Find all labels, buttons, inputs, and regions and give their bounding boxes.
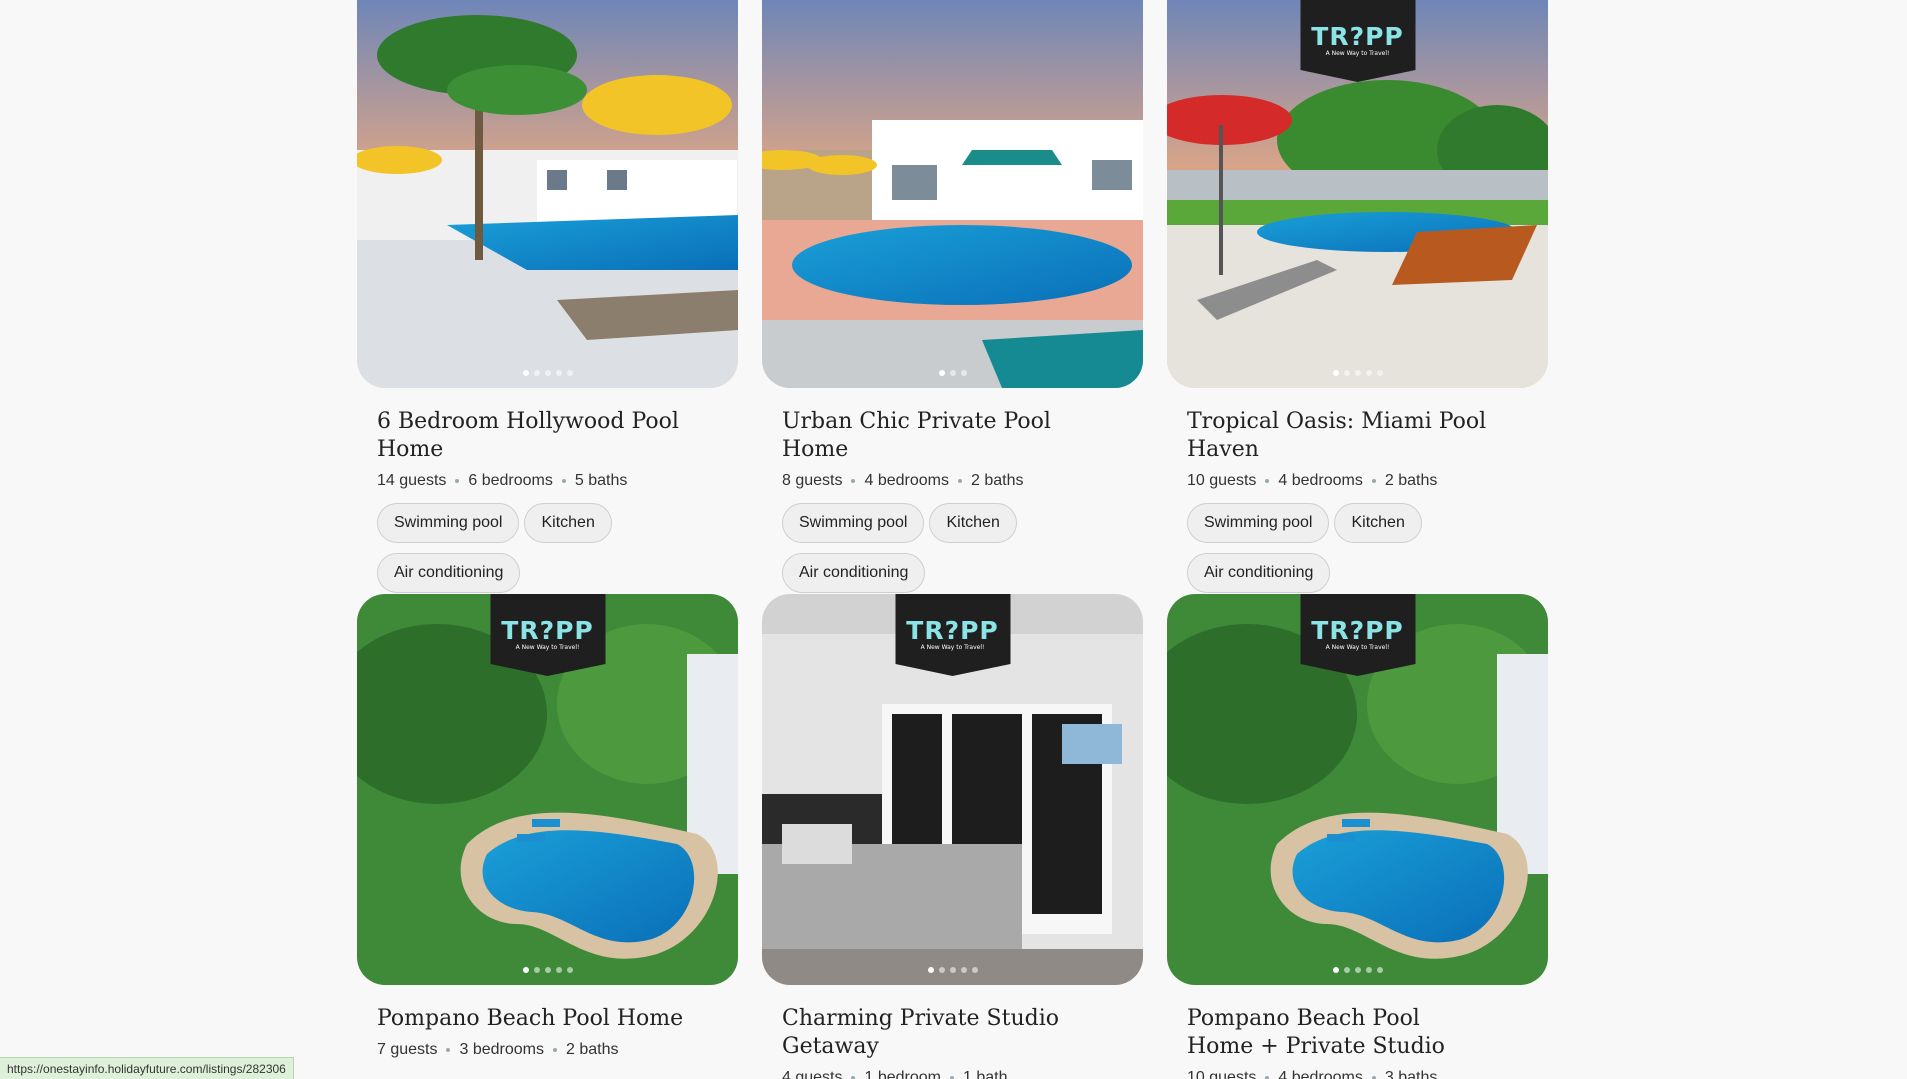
listing-photo[interactable]: TR?PP A New Way to Travel! bbox=[1167, 594, 1548, 985]
brand-badge: TR?PP A New Way to Travel! bbox=[895, 594, 1010, 676]
carousel-dots[interactable] bbox=[927, 967, 978, 973]
amenity-chip: Kitchen bbox=[524, 503, 612, 543]
baths-count: 2 baths bbox=[970, 472, 1024, 489]
carousel-dots[interactable] bbox=[1332, 370, 1383, 376]
guests-count: 14 guests bbox=[377, 472, 447, 489]
bedrooms-count: 6 bedrooms bbox=[468, 472, 553, 489]
listing-card[interactable]: 6 Bedroom Hollywood Pool Home 14 guests … bbox=[357, 0, 738, 594]
listing-title[interactable]: Pompano Beach Pool Home bbox=[377, 1005, 718, 1033]
brand-tagline: A New Way to Travel! bbox=[515, 644, 580, 651]
listing-photo[interactable]: TR?PP A New Way to Travel! bbox=[1167, 0, 1548, 388]
baths-count: 3 baths bbox=[1384, 1069, 1438, 1079]
brand-badge: TR?PP A New Way to Travel! bbox=[1300, 0, 1415, 82]
carousel-dots[interactable] bbox=[938, 370, 967, 376]
bedrooms-count: 4 bedrooms bbox=[1278, 472, 1363, 489]
listing-meta: 7 guests 3 bedrooms 2 baths bbox=[377, 1041, 718, 1059]
bedrooms-count: 4 bedrooms bbox=[1278, 1069, 1363, 1079]
brand-badge: TR?PP A New Way to Travel! bbox=[1300, 594, 1415, 676]
listing-card[interactable]: Urban Chic Private Pool Home 8 guests 4 … bbox=[762, 0, 1143, 594]
guests-count: 4 guests bbox=[782, 1069, 843, 1079]
baths-count: 2 baths bbox=[1384, 472, 1438, 489]
listing-card[interactable]: TR?PP A New Way to Travel! Charming Priv… bbox=[762, 594, 1143, 1079]
bedrooms-count: 3 bedrooms bbox=[459, 1041, 544, 1058]
brand-tagline: A New Way to Travel! bbox=[1325, 644, 1390, 651]
link-status-bar: https://onestayinfo.holidayfuture.com/li… bbox=[0, 1057, 294, 1079]
listing-meta: 10 guests 4 bedrooms 3 baths bbox=[1187, 1069, 1528, 1079]
bedrooms-count: 4 bedrooms bbox=[864, 472, 949, 489]
baths-count: 5 baths bbox=[574, 472, 628, 489]
guests-count: 10 guests bbox=[1187, 1069, 1257, 1079]
brand-badge: TR?PP A New Way to Travel! bbox=[490, 594, 605, 676]
listing-meta: 14 guests 6 bedrooms 5 baths bbox=[377, 472, 718, 490]
guests-count: 8 guests bbox=[782, 472, 843, 489]
listing-photo[interactable]: TR?PP A New Way to Travel! bbox=[357, 594, 738, 985]
pool-pergola-photo bbox=[762, 0, 1143, 388]
listing-title[interactable]: 6 Bedroom Hollywood Pool Home bbox=[377, 408, 718, 464]
carousel-dots[interactable] bbox=[1332, 967, 1383, 973]
listing-card[interactable]: TR?PP A New Way to Travel! Tropical Oasi… bbox=[1167, 0, 1548, 594]
amenity-chip: Kitchen bbox=[929, 503, 1017, 543]
brand-logo: TR?PP bbox=[501, 616, 594, 645]
brand-tagline: A New Way to Travel! bbox=[920, 644, 985, 651]
listing-title[interactable]: Pompano Beach Pool Home + Private Studio bbox=[1187, 1005, 1487, 1061]
brand-tagline: A New Way to Travel! bbox=[1325, 50, 1390, 57]
brand-logo: TR?PP bbox=[1311, 22, 1404, 51]
listing-card[interactable]: TR?PP A New Way to Travel! Pompano Beach… bbox=[357, 594, 738, 1079]
amenity-chips: Swimming pool Kitchen Air conditioning bbox=[1187, 503, 1487, 593]
listing-title[interactable]: Tropical Oasis: Miami Pool Haven bbox=[1187, 408, 1528, 464]
bedrooms-count: 1 bedroom bbox=[864, 1069, 941, 1079]
amenity-chip: Swimming pool bbox=[377, 503, 520, 543]
listing-meta: 8 guests 4 bedrooms 2 baths bbox=[782, 472, 1123, 490]
pool-palm-photo bbox=[357, 0, 738, 388]
carousel-dots[interactable] bbox=[522, 967, 573, 973]
carousel-dots[interactable] bbox=[522, 370, 573, 376]
listing-photo[interactable] bbox=[762, 0, 1143, 388]
listing-meta: 10 guests 4 bedrooms 2 baths bbox=[1187, 472, 1528, 490]
amenity-chip: Air conditioning bbox=[377, 553, 521, 593]
amenity-chip: Kitchen bbox=[1334, 503, 1422, 543]
amenity-chips: Swimming pool Kitchen Air conditioning bbox=[377, 503, 677, 593]
baths-count: 1 bath bbox=[962, 1069, 1008, 1079]
amenity-chip: Swimming pool bbox=[1187, 503, 1330, 543]
baths-count: 2 baths bbox=[565, 1041, 619, 1058]
amenity-chip: Air conditioning bbox=[782, 553, 926, 593]
guests-count: 7 guests bbox=[377, 1041, 438, 1058]
listing-title[interactable]: Urban Chic Private Pool Home bbox=[782, 408, 1123, 464]
amenity-chip: Air conditioning bbox=[1187, 553, 1331, 593]
listing-photo[interactable]: TR?PP A New Way to Travel! bbox=[762, 594, 1143, 985]
listing-card[interactable]: TR?PP A New Way to Travel! Pompano Beach… bbox=[1167, 594, 1548, 1079]
brand-logo: TR?PP bbox=[1311, 616, 1404, 645]
listing-title[interactable]: Charming Private Studio Getaway bbox=[782, 1005, 1123, 1061]
brand-logo: TR?PP bbox=[906, 616, 999, 645]
amenity-chip: Swimming pool bbox=[782, 503, 925, 543]
listing-meta: 4 guests 1 bedroom 1 bath bbox=[782, 1069, 1123, 1079]
amenity-chips: Swimming pool Kitchen Air conditioning bbox=[782, 503, 1082, 593]
guests-count: 10 guests bbox=[1187, 472, 1257, 489]
listing-photo[interactable] bbox=[357, 0, 738, 388]
